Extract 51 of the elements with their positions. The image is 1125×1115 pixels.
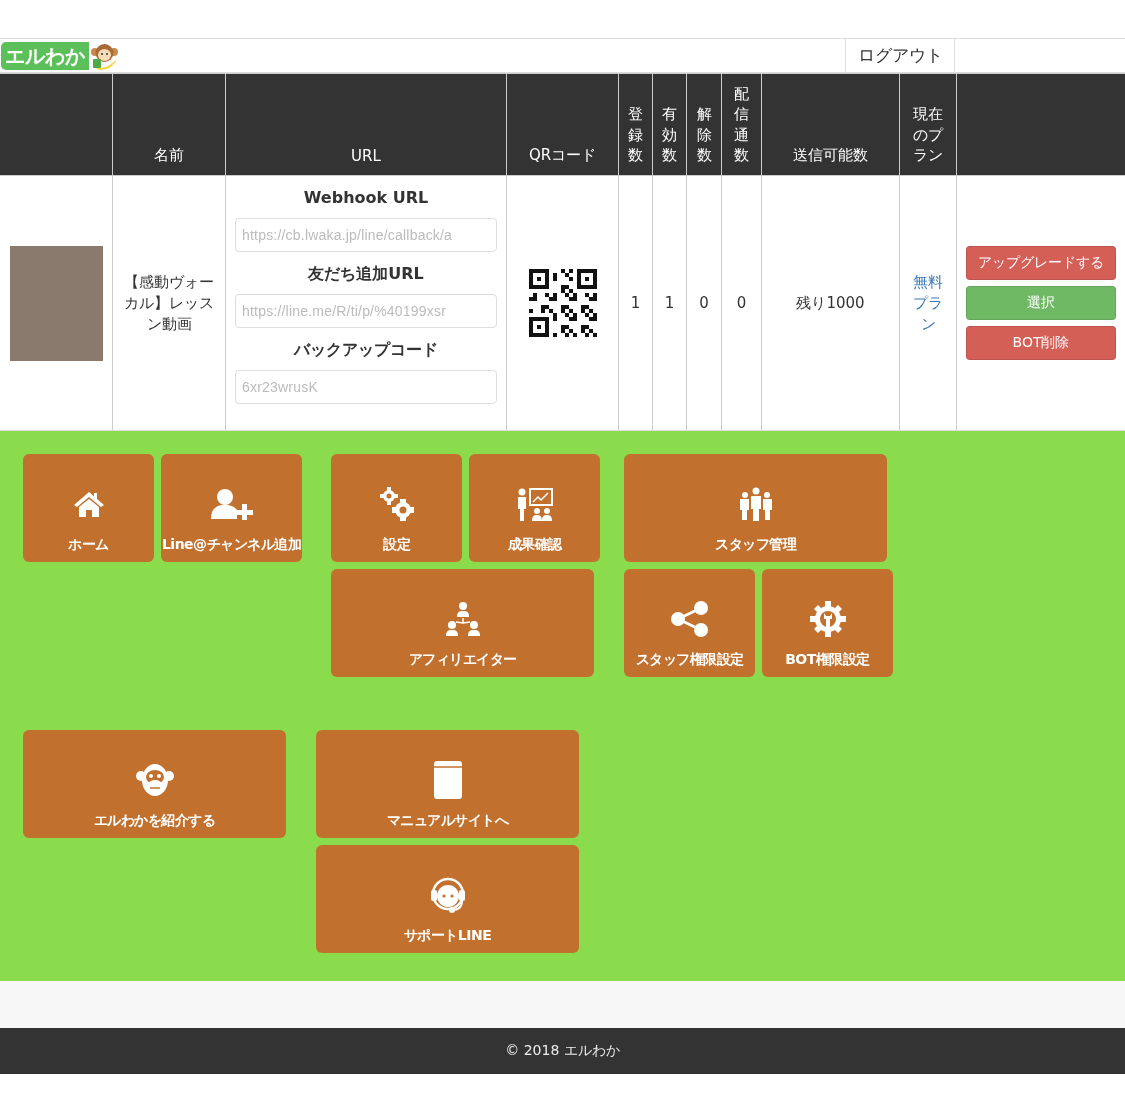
url-field[interactable]: 6xr23wrusK [235, 370, 497, 404]
menu-tile[interactable]: ホーム [23, 454, 154, 562]
gear-icon [809, 601, 846, 637]
plan-link[interactable]: 無料プラン [913, 271, 943, 335]
copyright-text: © 2018 エルわか [505, 1042, 620, 1060]
url-field[interactable]: https://cb.lwaka.jp/line/callback/a [235, 218, 497, 252]
menu-tile[interactable]: エルわかを紹介する [23, 730, 286, 838]
column-header: 現在のプラン [913, 104, 943, 165]
menu-tile[interactable]: BOT権限設定 [762, 569, 893, 677]
menu-tile[interactable]: アフィリエイター [331, 569, 594, 677]
menu-tile[interactable]: 設定 [331, 454, 462, 562]
column-header: 有効数 [662, 104, 677, 165]
menu-tile[interactable]: 成果確認 [469, 454, 600, 562]
column-header: 登録数 [628, 104, 643, 165]
qr-code-icon [528, 269, 597, 337]
column-header: 送信可能数 [793, 146, 868, 165]
url-field[interactable]: https://line.me/R/ti/p/%40199xsr [235, 294, 497, 328]
menu-tile[interactable]: スタッフ管理 [624, 454, 887, 562]
home-icon [72, 490, 105, 518]
team-icon [738, 487, 773, 521]
column-header: QRコード [528, 146, 597, 165]
action-button[interactable]: アップグレードする [966, 246, 1116, 280]
column-header: 配信通数 [734, 84, 749, 165]
bot-name: 【感動ヴォーカル】レッスン動画 [124, 271, 214, 335]
logout-button[interactable]: ログアウト [845, 39, 955, 72]
table-cell: 残り1000 [796, 293, 865, 313]
table-cell: 1 [664, 294, 675, 312]
select-button[interactable]: 選択 [966, 286, 1116, 320]
share-icon [670, 601, 709, 637]
table-cell: 0 [736, 294, 747, 312]
add-user-icon [210, 488, 253, 520]
table-cell: 0 [699, 294, 709, 312]
field-label: バックアップコード [294, 339, 438, 361]
menu-tile[interactable]: スタッフ権限設定 [624, 569, 755, 677]
affiliate-icon [444, 601, 481, 637]
monkey-face-icon [135, 763, 174, 797]
headset-icon [428, 876, 467, 914]
action-button[interactable]: BOT削除 [966, 326, 1116, 360]
field-label: Webhook URL [303, 187, 429, 209]
book-icon [433, 761, 462, 799]
menu-tile[interactable]: マニュアルサイトへ [316, 730, 579, 838]
menu-tile[interactable]: Line@チャンネル追加 [161, 454, 302, 562]
field-label: 友だち追加URL [308, 263, 424, 285]
menu-tile[interactable]: サポートLINE [316, 845, 579, 953]
column-header: 名前 [154, 146, 184, 165]
column-header: 解除数 [696, 104, 712, 165]
presentation-icon [515, 486, 554, 522]
column-header: URL [351, 147, 381, 165]
logo-text: エルわか [1, 41, 89, 70]
table-cell: 1 [630, 294, 641, 312]
gears-icon [378, 486, 415, 522]
